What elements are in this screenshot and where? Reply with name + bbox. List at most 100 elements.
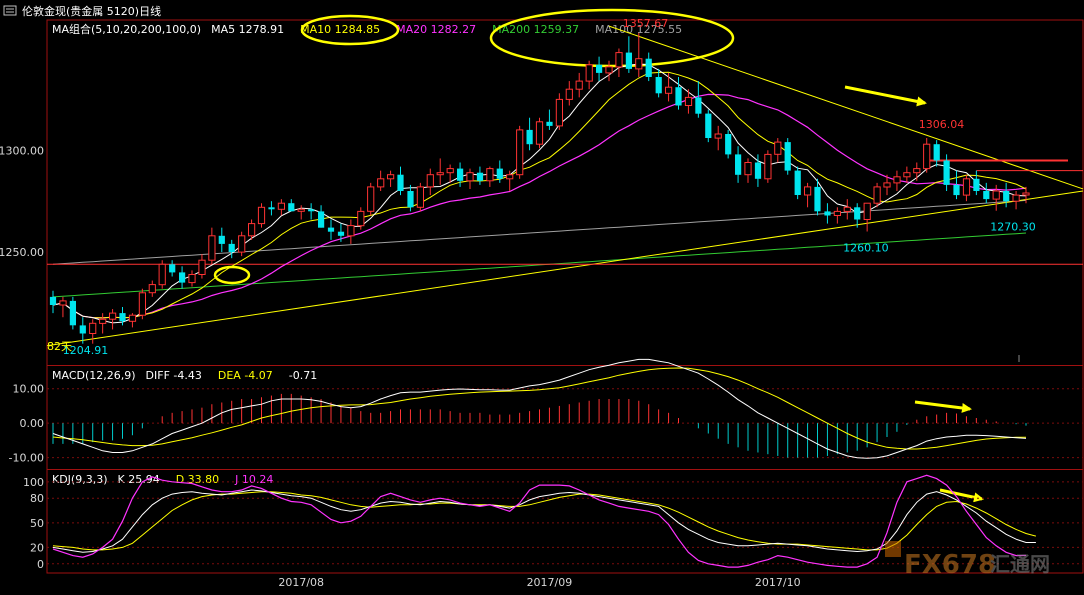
candle-body	[754, 162, 762, 179]
candle-body	[49, 296, 57, 305]
legend-item: DIFF -4.43	[146, 369, 202, 382]
candle-body	[318, 211, 325, 228]
legend-item: -0.71	[289, 369, 317, 382]
crossover-highlight-ellipse	[213, 265, 251, 285]
candle-body	[863, 202, 871, 220]
candle-body	[555, 98, 563, 127]
gold-daily-chart: 伦敦金现(贵金属 5120)日线 MA组合(5,10,20,200,100,0)…	[0, 4, 1084, 589]
candle-body	[615, 52, 623, 68]
chart-title: 伦敦金现(贵金属 5120)日线	[22, 4, 161, 18]
candle-body	[327, 227, 335, 232]
candle-body	[457, 168, 464, 181]
legend-item: MA5 1278.91	[211, 23, 284, 36]
candle-body	[684, 96, 693, 107]
candle-body	[188, 274, 196, 284]
candle-body	[943, 160, 950, 185]
ma-legend: MA组合(5,10,20,200,100,0) MA5 1278.91 MA10 1…	[52, 22, 682, 36]
candle-body	[416, 186, 424, 208]
candle-body	[784, 142, 791, 171]
ma100-line	[52, 199, 1027, 265]
candle-body	[655, 77, 662, 94]
candle-body	[308, 209, 315, 212]
candle-body	[1022, 192, 1030, 196]
y-tick-label: 0	[37, 558, 44, 571]
y-tick-label: 10.00	[13, 383, 45, 396]
kdj-legend: KDJ(9,3,3) K 25.94 D 33.80 J 10.24	[52, 473, 273, 486]
candle-body	[565, 88, 573, 100]
candle-body	[476, 172, 484, 181]
downtrend-arrow-main	[844, 85, 927, 107]
candle-body	[725, 134, 732, 155]
candle-body	[138, 292, 147, 316]
candle-body	[297, 208, 305, 212]
price-annotation: 1260.10	[843, 242, 889, 255]
candle-body	[535, 121, 544, 145]
candle-body	[89, 322, 97, 334]
legend-group-label: KDJ(9,3,3)	[52, 473, 108, 486]
candle-body	[913, 168, 921, 174]
candle-body	[854, 207, 861, 220]
legend-group-label: MACD(12,26,9)	[52, 369, 136, 382]
candle-body	[387, 174, 395, 180]
candle-body	[744, 162, 752, 176]
y-tick-label: 50	[30, 517, 44, 530]
candle-body	[705, 113, 712, 138]
candle-body	[546, 121, 553, 126]
candle-body	[983, 191, 990, 200]
candle-body	[268, 207, 275, 210]
candle-body	[436, 172, 444, 176]
fx678-watermark: FX678 汇通网	[885, 541, 1050, 580]
candle-body	[1012, 194, 1020, 202]
watermark-sub: 汇通网	[990, 552, 1050, 576]
candle-body	[873, 186, 881, 204]
downtrend-arrow-macd	[914, 400, 972, 413]
x-tick-label: 2017/08	[278, 576, 324, 589]
legend-item: MA10 1284.85	[300, 23, 380, 36]
candle-body	[764, 153, 772, 180]
candle-body	[665, 86, 673, 94]
candle-body	[257, 206, 266, 225]
candle-body	[695, 97, 702, 114]
window-title-bar: 伦敦金现(贵金属 5120)日线	[3, 4, 161, 18]
y-tick-label: -10.00	[9, 452, 44, 465]
candle-body	[794, 170, 801, 195]
kdj-j-line	[52, 474, 1027, 568]
x-tick-label: 2017/10	[755, 576, 801, 589]
candle-body	[814, 186, 821, 212]
price-annotation: 1306.04	[919, 118, 965, 131]
candle-body	[1003, 191, 1010, 202]
window-menu-icon[interactable]	[3, 5, 17, 16]
candle-body	[119, 313, 126, 322]
candle-body	[804, 186, 812, 196]
candle-body	[228, 243, 235, 252]
candle-body	[198, 259, 206, 276]
candle-body	[635, 58, 643, 70]
candle-body	[923, 143, 931, 170]
candle-body	[377, 178, 385, 188]
x-tick-label: 2017/09	[527, 576, 573, 589]
watermark-brand: FX678	[904, 550, 996, 580]
legend-item: J 10.24	[234, 473, 273, 486]
candle-body	[824, 211, 831, 216]
price-annotation: 82天	[47, 340, 72, 353]
plot-frame	[46, 19, 1084, 574]
ma200-ma100-highlight-ellipse	[489, 8, 735, 68]
candle-body	[526, 129, 533, 145]
candle-body	[158, 263, 166, 286]
candle-body	[59, 300, 67, 306]
candle-body	[962, 178, 971, 196]
candle-body	[883, 182, 891, 188]
legend-item: K 25.94	[118, 473, 160, 486]
candle-body	[625, 52, 632, 69]
candle-body	[575, 80, 583, 90]
candle-body	[357, 210, 365, 227]
candle-body	[953, 184, 960, 196]
candle-body	[645, 58, 652, 77]
legend-item: D 33.80	[176, 473, 219, 486]
candle-body	[446, 168, 454, 174]
candle-body	[735, 154, 742, 175]
candle-body	[248, 223, 256, 237]
candle-body	[973, 178, 980, 191]
candle-body	[367, 186, 375, 212]
candle-body	[774, 141, 782, 155]
